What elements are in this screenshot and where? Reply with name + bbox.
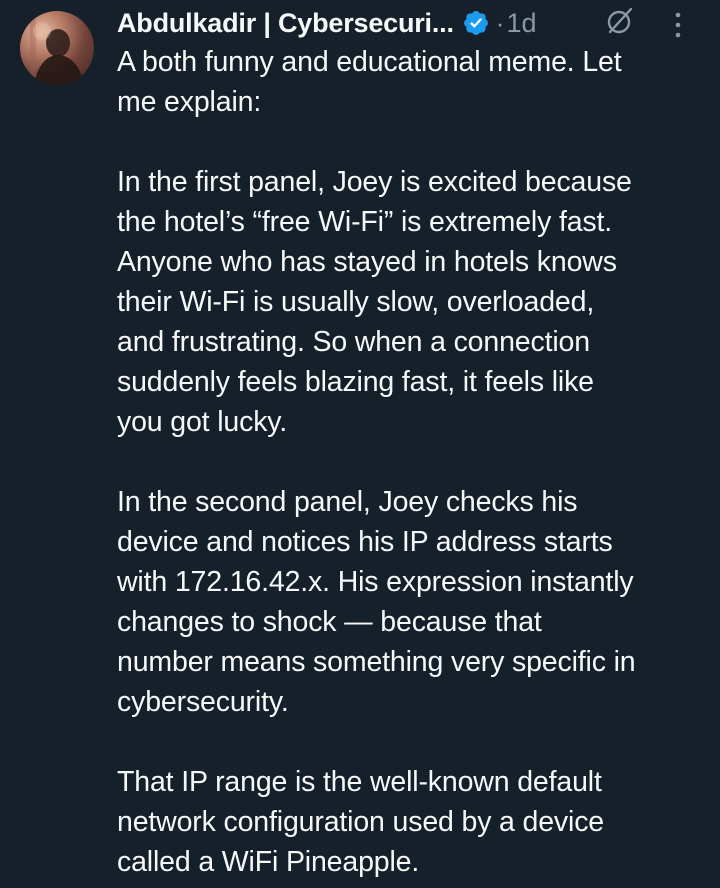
separator-dot: · (495, 7, 505, 38)
text-line: with 172.16.42.x. His expression instant… (117, 566, 634, 598)
text-line: In the second panel, Joey checks his (117, 486, 578, 518)
post-header: Abdulkadir | Cybersecuri... · 1d (117, 4, 536, 42)
avatar-image (30, 19, 84, 85)
post-paragraph-1: A both funny and educational meme. Let m… (117, 42, 707, 122)
text-line: device and notices his IP address starts (117, 526, 613, 558)
text-line: number means something very specific in (117, 646, 636, 678)
text-line: A both funny and educational meme. Let (117, 46, 622, 78)
post-text: A both funny and educational meme. Let m… (117, 42, 707, 888)
text-line: called a WiFi Pineapple. (117, 846, 420, 878)
text-line: That IP range is the well-known default (117, 766, 602, 798)
text-line: Anyone who has stayed in hotels knows (117, 246, 617, 278)
text-line: network configuration used by a device (117, 806, 605, 838)
text-line: cybersecurity. (117, 686, 289, 718)
text-line: In the first panel, Joey is excited beca… (117, 166, 632, 198)
text-line: their Wi-Fi is usually slow, overloaded, (117, 286, 595, 318)
post[interactable]: Abdulkadir | Cybersecuri... · 1d A both … (0, 0, 720, 888)
verified-badge-icon (463, 11, 488, 35)
text-line: you got lucky. (117, 406, 288, 438)
author-name[interactable]: Abdulkadir | Cybersecuri... (117, 8, 454, 39)
text-line: suddenly feels blazing fast, it feels li… (117, 366, 594, 398)
post-paragraph-2: In the first panel, Joey is excited beca… (117, 162, 707, 442)
post-timestamp[interactable]: 1d (506, 8, 536, 39)
post-paragraph-4: That IP range is the well-known default … (117, 762, 707, 882)
text-line: changes to shock — because that (117, 606, 542, 638)
text-line: me explain: (117, 86, 262, 118)
text-line: the hotel’s “free Wi-Fi” is extremely fa… (117, 206, 613, 238)
author-avatar[interactable] (20, 11, 94, 85)
post-paragraph-3: In the second panel, Joey checks his dev… (117, 482, 707, 722)
text-line: and frustrating. So when a connection (117, 326, 590, 358)
more-options-icon[interactable] (672, 10, 684, 40)
grok-icon[interactable] (605, 6, 635, 36)
